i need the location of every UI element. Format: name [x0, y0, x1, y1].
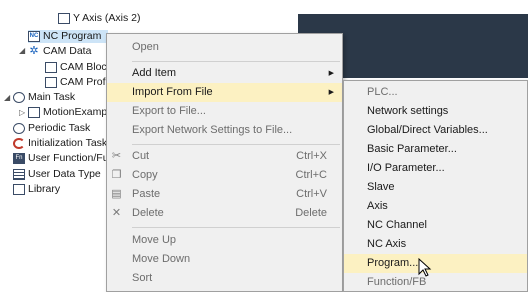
submenu-item-slave[interactable]: Slave [344, 178, 527, 197]
submenu-item-nc-axis[interactable]: NC Axis [344, 235, 527, 254]
tree-item-label: Main Task [28, 91, 76, 103]
task-icon [13, 92, 25, 103]
delete-icon: ✕ [111, 207, 122, 219]
menu-item-sort[interactable]: Sort [107, 269, 342, 288]
submenu-item-network-settings[interactable]: Network settings [344, 102, 527, 121]
menu-separator [132, 61, 340, 62]
mouse-pointer-icon [418, 258, 432, 277]
collapse-toggle-icon[interactable]: ◢ [19, 46, 25, 55]
tree-item-label: Y Axis (Axis 2) [73, 12, 141, 24]
expand-toggle-icon[interactable]: ▷ [19, 108, 25, 117]
menu-item-open[interactable]: Open [107, 38, 342, 57]
tree-item-y-axis[interactable]: Y Axis (Axis 2) [58, 12, 141, 25]
submenu-arrow-icon: ▶ [328, 70, 334, 77]
cycle-icon [13, 138, 25, 149]
menu-separator [132, 144, 340, 145]
tree-item-periodic-task[interactable]: Periodic Task [13, 122, 90, 135]
import-submenu: PLC... Network settings Global/Direct Va… [343, 80, 528, 292]
tree-item-label: Periodic Task [28, 122, 91, 134]
submenu-item-global-direct-variables[interactable]: Global/Direct Variables... [344, 121, 527, 140]
tree-item-cam-data[interactable]: ✲ CAM Data [28, 45, 91, 58]
collapse-toggle-icon[interactable]: ◢ [4, 93, 10, 102]
menu-item-add-item[interactable]: Add Item ▶ [107, 64, 342, 83]
menu-item-move-down[interactable]: Move Down [107, 250, 342, 269]
program-icon [28, 107, 40, 118]
nc-program-icon: NC [28, 31, 40, 42]
tree-item-user-data-type[interactable]: User Data Type [13, 168, 101, 181]
tree-item-label: MotionExamp [43, 106, 108, 118]
clock-icon [13, 123, 25, 134]
submenu-item-nc-channel[interactable]: NC Channel [344, 216, 527, 235]
project-tree: Y Axis (Axis 2) NC NC Program ◢ ✲ CAM Da… [0, 0, 141, 292]
axis-icon [58, 13, 70, 24]
submenu-item-program[interactable]: Program... [344, 254, 527, 273]
menu-item-paste[interactable]: ▤ Paste Ctrl+V [107, 185, 342, 204]
tree-item-nc-program[interactable]: NC NC Program [28, 30, 108, 43]
tree-item-label: NC Program [43, 30, 102, 42]
menu-item-delete[interactable]: ✕ Delete Delete [107, 204, 342, 223]
tree-item-initialization-task[interactable]: Initialization Task [13, 137, 107, 150]
menu-item-export-network-settings[interactable]: Export Network Settings to File... [107, 121, 342, 140]
menu-item-export-to-file[interactable]: Export to File... [107, 102, 342, 121]
menu-item-cut[interactable]: ✂ Cut Ctrl+X [107, 147, 342, 166]
tree-item-main-task[interactable]: Main Task [13, 91, 75, 104]
tree-item-label: User Data Type [28, 168, 101, 180]
tree-item-label: CAM Bloc [60, 61, 107, 73]
tree-item-cam-profile[interactable]: CAM Profi [45, 76, 108, 89]
tree-item-label: User Function/Fu [28, 152, 109, 164]
menu-item-copy[interactable]: ❐ Copy Ctrl+C [107, 166, 342, 185]
tree-item-label: Initialization Task [28, 137, 108, 149]
tree-item-label: Library [28, 183, 61, 195]
tree-item-user-function[interactable]: Fn User Function/Fu [13, 152, 109, 165]
menu-item-move-up[interactable]: Move Up [107, 231, 342, 250]
cam-profile-icon [45, 77, 57, 88]
cam-block-icon [45, 62, 57, 73]
submenu-item-axis[interactable]: Axis [344, 197, 527, 216]
submenu-item-io-parameter[interactable]: I/O Parameter... [344, 159, 527, 178]
menu-separator [132, 227, 340, 228]
tree-item-label: CAM Data [43, 45, 92, 57]
paste-icon: ▤ [111, 188, 122, 200]
submenu-item-function-fb[interactable]: Function/FB [344, 273, 527, 292]
copy-icon: ❐ [111, 169, 122, 181]
submenu-item-plc[interactable]: PLC... [344, 83, 527, 102]
context-menu: Open Add Item ▶ Import From File ▶ Expor… [106, 33, 343, 292]
data-type-icon [13, 169, 25, 180]
submenu-item-basic-parameter[interactable]: Basic Parameter... [344, 140, 527, 159]
scissors-icon: ✂ [111, 150, 122, 162]
submenu-arrow-icon: ▶ [328, 89, 334, 96]
tree-item-library[interactable]: Library [13, 183, 60, 196]
function-icon: Fn [13, 153, 25, 164]
gear-icon: ✲ [29, 45, 39, 57]
tree-item-label: CAM Profi [60, 76, 108, 88]
tree-item-cam-block[interactable]: CAM Bloc [45, 61, 107, 74]
menu-item-import-from-file[interactable]: Import From File ▶ [107, 83, 342, 102]
tree-item-motion-example[interactable]: MotionExamp [28, 106, 107, 119]
library-icon [13, 184, 25, 195]
